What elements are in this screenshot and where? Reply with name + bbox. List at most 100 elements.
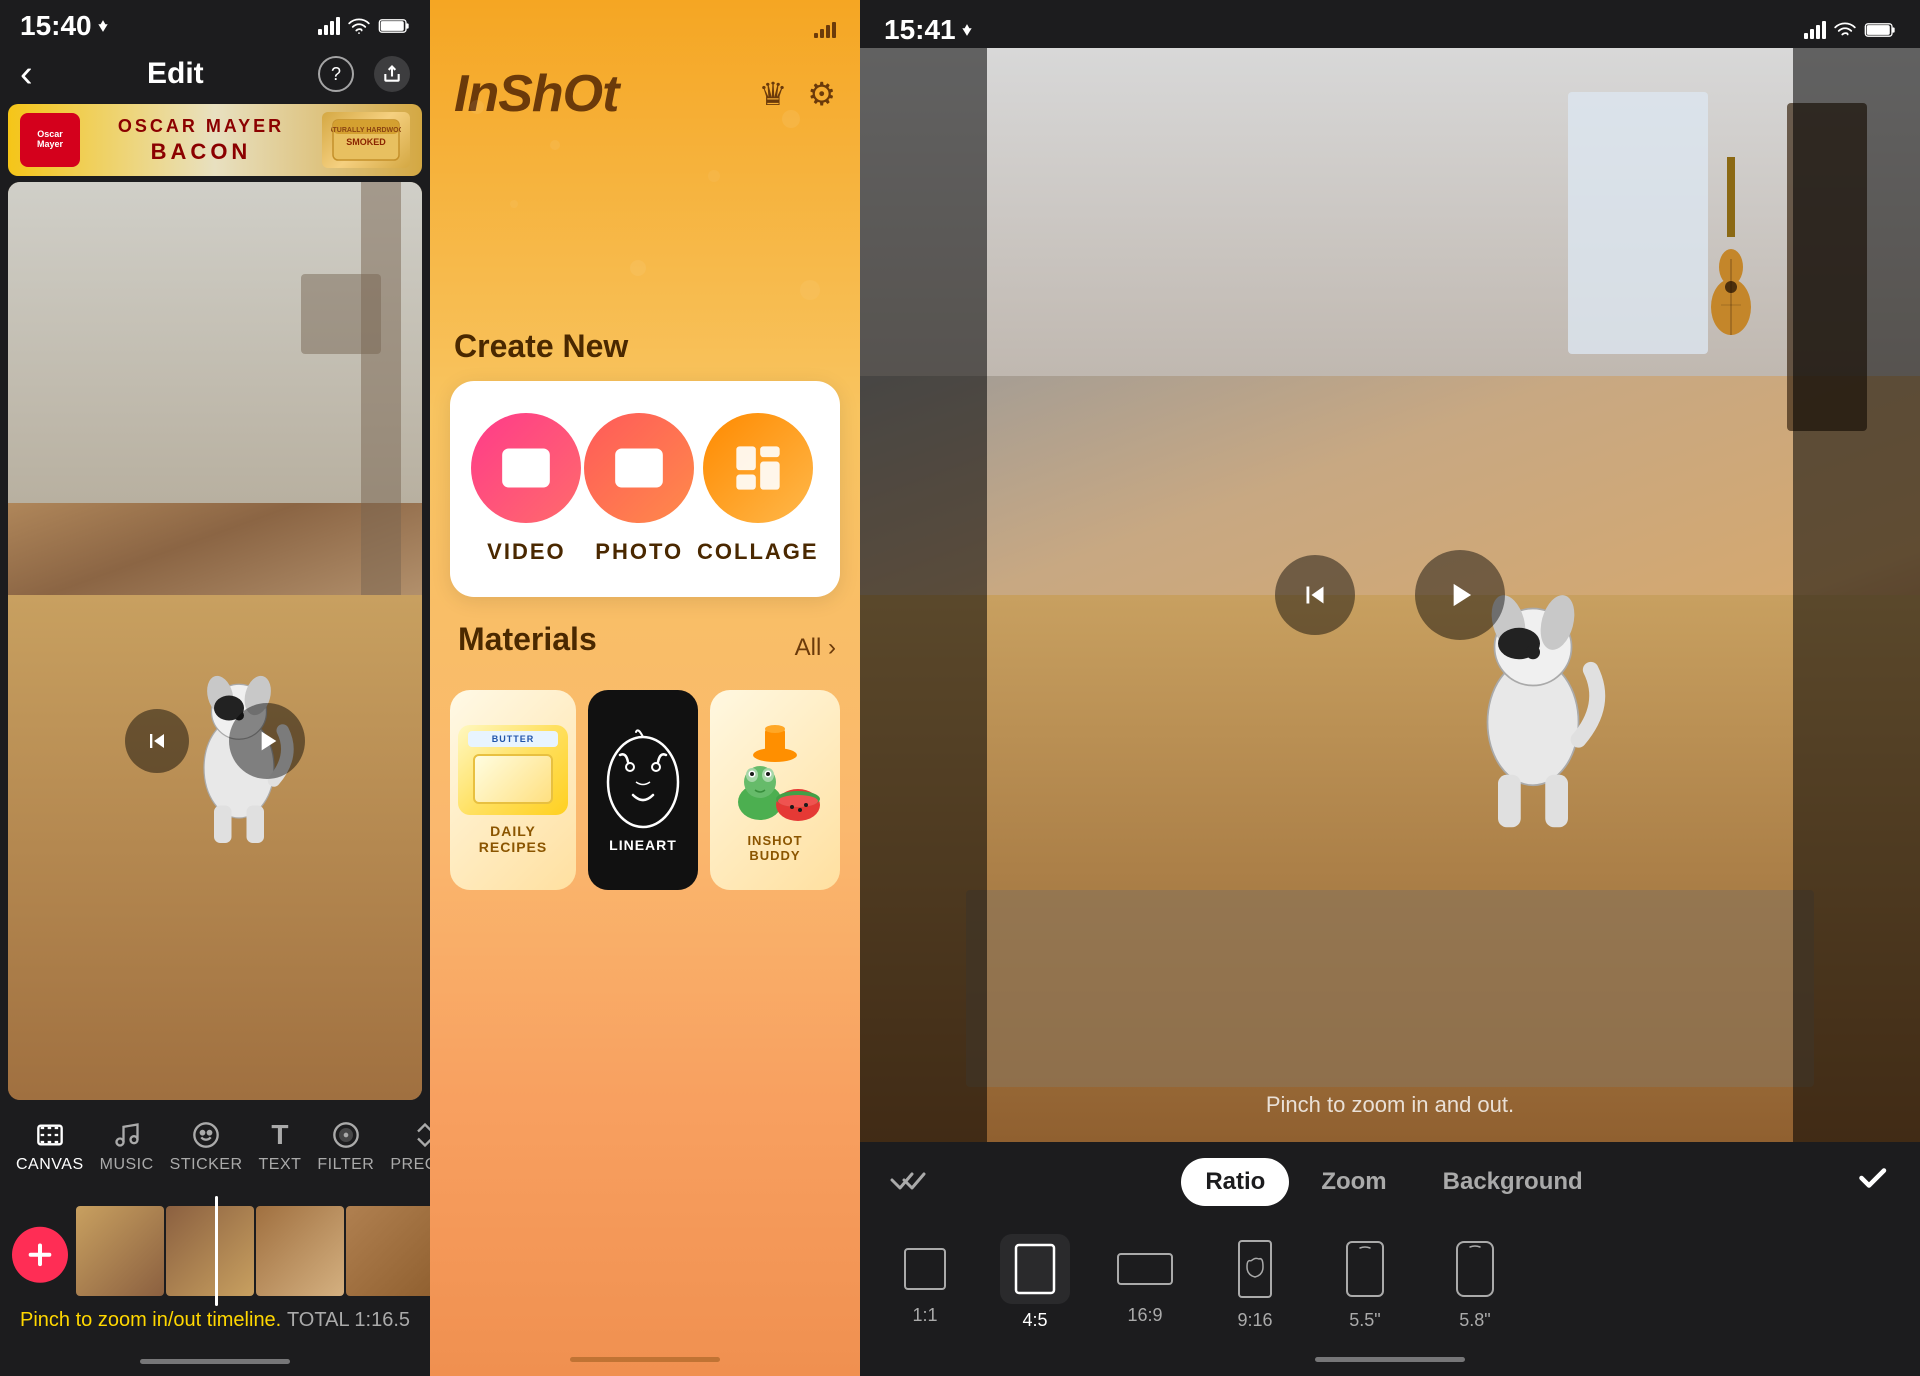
- toolbar-canvas[interactable]: CANVAS: [8, 1114, 92, 1178]
- ratio-icon-16-9: [1116, 1252, 1174, 1286]
- oscar-logo: OscarMayer: [20, 113, 80, 167]
- zoom-tab[interactable]: Zoom: [1297, 1158, 1410, 1206]
- ratio-icon-5-8: [1455, 1240, 1495, 1298]
- bar1: [318, 29, 322, 35]
- window: [1568, 92, 1708, 355]
- cbar4: [1822, 21, 1826, 39]
- ratio-icon-container-4-5: [1000, 1234, 1070, 1304]
- add-icon: [24, 1239, 56, 1271]
- rewind-button[interactable]: [125, 709, 189, 773]
- ratio-icon-container-1-1: [895, 1239, 955, 1299]
- help-button[interactable]: ?: [318, 56, 354, 92]
- play-button[interactable]: [229, 703, 305, 779]
- inshot-header-icons: ♛ ⚙: [759, 75, 836, 113]
- hbar3: [826, 25, 830, 38]
- timeline-thumb-2: [166, 1206, 254, 1296]
- logo-sh: Sh: [498, 65, 562, 123]
- bar4: [336, 17, 340, 35]
- oscar-logo-text: OscarMayer: [37, 130, 63, 150]
- status-bar-home: [430, 0, 860, 48]
- ratio-option-5-5[interactable]: 5.5": [1320, 1234, 1410, 1331]
- crop-video-bg: Pinch to zoom in and out.: [860, 48, 1920, 1142]
- materials-all-button[interactable]: All ›: [795, 634, 836, 662]
- bacon-package-icon: NATURALLY HARDWOOD SMOKED: [331, 115, 401, 165]
- rewind-icon: [143, 727, 171, 755]
- filter-label: FILTER: [317, 1156, 374, 1174]
- home-indicator-edit: [0, 1346, 430, 1376]
- collage-label: COLLAGE: [697, 539, 819, 565]
- share-button[interactable]: [374, 56, 410, 92]
- materials-header: Materials All ›: [450, 621, 840, 674]
- total-label-text: TOTAL: [287, 1309, 349, 1331]
- play-controls: [125, 703, 305, 779]
- home-bar-crop: [1315, 1357, 1465, 1362]
- wifi-icon: [348, 18, 370, 34]
- status-bar-crop: 15:41: [860, 0, 1920, 48]
- create-card: VIDEO PHOTO: [450, 381, 840, 597]
- ratio-option-4-5[interactable]: 4:5: [990, 1234, 1080, 1331]
- create-photo[interactable]: PHOTO: [584, 413, 694, 565]
- materials-section: Materials All › BUTTER DAILY RECIPES: [450, 621, 840, 890]
- inshot-header: InShOt ♛ ⚙: [430, 48, 860, 148]
- timeline-thumb-1: [76, 1206, 164, 1296]
- music-icon: [110, 1118, 144, 1152]
- crown-button[interactable]: ♛: [759, 75, 788, 113]
- cbar1: [1804, 33, 1808, 39]
- filter-svg: [332, 1121, 360, 1149]
- ratio-option-1-1[interactable]: 1:1: [880, 1239, 970, 1326]
- material-daily-recipes[interactable]: BUTTER DAILY RECIPES: [450, 690, 576, 890]
- cbar3: [1816, 25, 1820, 39]
- add-media-button[interactable]: [12, 1227, 68, 1283]
- ratio-option-5-8[interactable]: 5.8": [1430, 1234, 1520, 1331]
- timeline-strip[interactable]: [76, 1206, 430, 1296]
- signal-bars-crop: [1804, 21, 1826, 39]
- butter-text: BUTTER: [492, 734, 535, 744]
- ad-product-image: NATURALLY HARDWOOD SMOKED: [322, 112, 410, 168]
- crop-side-left: [860, 48, 987, 1142]
- material-inshot-buddy[interactable]: INSHOT BUDDY: [710, 690, 840, 890]
- ratio-label-5-8: 5.8": [1459, 1310, 1490, 1331]
- ratio-option-16-9[interactable]: 16:9: [1100, 1239, 1190, 1326]
- double-check-button[interactable]: [890, 1161, 934, 1203]
- material-lineart[interactable]: LINEART: [588, 690, 698, 890]
- toolbar-text[interactable]: T TEXT: [251, 1114, 310, 1178]
- create-collage[interactable]: COLLAGE: [697, 413, 819, 565]
- battery-icon: [378, 18, 410, 34]
- ratio-tab-group: Ratio Zoom Background: [1181, 1158, 1606, 1206]
- background-tab[interactable]: Background: [1419, 1158, 1607, 1206]
- canvas-label: CANVAS: [16, 1156, 84, 1174]
- back-button[interactable]: ‹: [20, 53, 33, 96]
- ratio-option-9-16[interactable]: 9:16: [1210, 1234, 1300, 1331]
- confirm-button[interactable]: [1854, 1160, 1890, 1205]
- edit-header: ‹ Edit ?: [0, 48, 430, 104]
- lineart-face-svg: [598, 727, 688, 837]
- crop-play-button[interactable]: [1415, 550, 1505, 640]
- logo-ot: Ot: [563, 65, 619, 123]
- crop-hint: Pinch to zoom in and out.: [1266, 1092, 1514, 1118]
- ratio-icon-1-1: [900, 1244, 950, 1294]
- toolbar-filter[interactable]: FILTER: [309, 1114, 382, 1178]
- create-video[interactable]: VIDEO: [471, 413, 581, 565]
- crop-rewind-button[interactable]: [1275, 555, 1355, 635]
- ratio-icon-container-5-8: [1445, 1234, 1505, 1304]
- ratio-tab-active[interactable]: Ratio: [1181, 1158, 1289, 1206]
- crop-panel: 15:41: [860, 0, 1920, 1376]
- ad-text: OSCAR MAYER BACON: [80, 116, 322, 165]
- text-label: TEXT: [259, 1156, 302, 1174]
- ad-oscar-text: OSCAR MAYER: [80, 116, 322, 137]
- status-time-edit: 15:40: [20, 10, 110, 42]
- svg-text:SMOKED: SMOKED: [346, 137, 386, 147]
- music-svg: [113, 1121, 141, 1149]
- logo-in: In: [454, 65, 498, 123]
- play-icon: [251, 725, 283, 757]
- timeline-marker: [215, 1196, 218, 1306]
- toolbar-music[interactable]: MUSIC: [92, 1114, 162, 1178]
- settings-button[interactable]: ⚙: [807, 75, 836, 113]
- cbar2: [1810, 29, 1814, 39]
- toolbar-sticker[interactable]: STICKER: [162, 1114, 251, 1178]
- filter-icon: [329, 1118, 363, 1152]
- ad-banner[interactable]: OscarMayer OSCAR MAYER BACON NATURALLY H…: [8, 104, 422, 176]
- crop-video-preview: Pinch to zoom in and out.: [860, 48, 1920, 1142]
- toolbar: CANVAS MUSIC STICKER T TEXT: [0, 1106, 430, 1186]
- ratio-icon-9-16: [1237, 1239, 1273, 1299]
